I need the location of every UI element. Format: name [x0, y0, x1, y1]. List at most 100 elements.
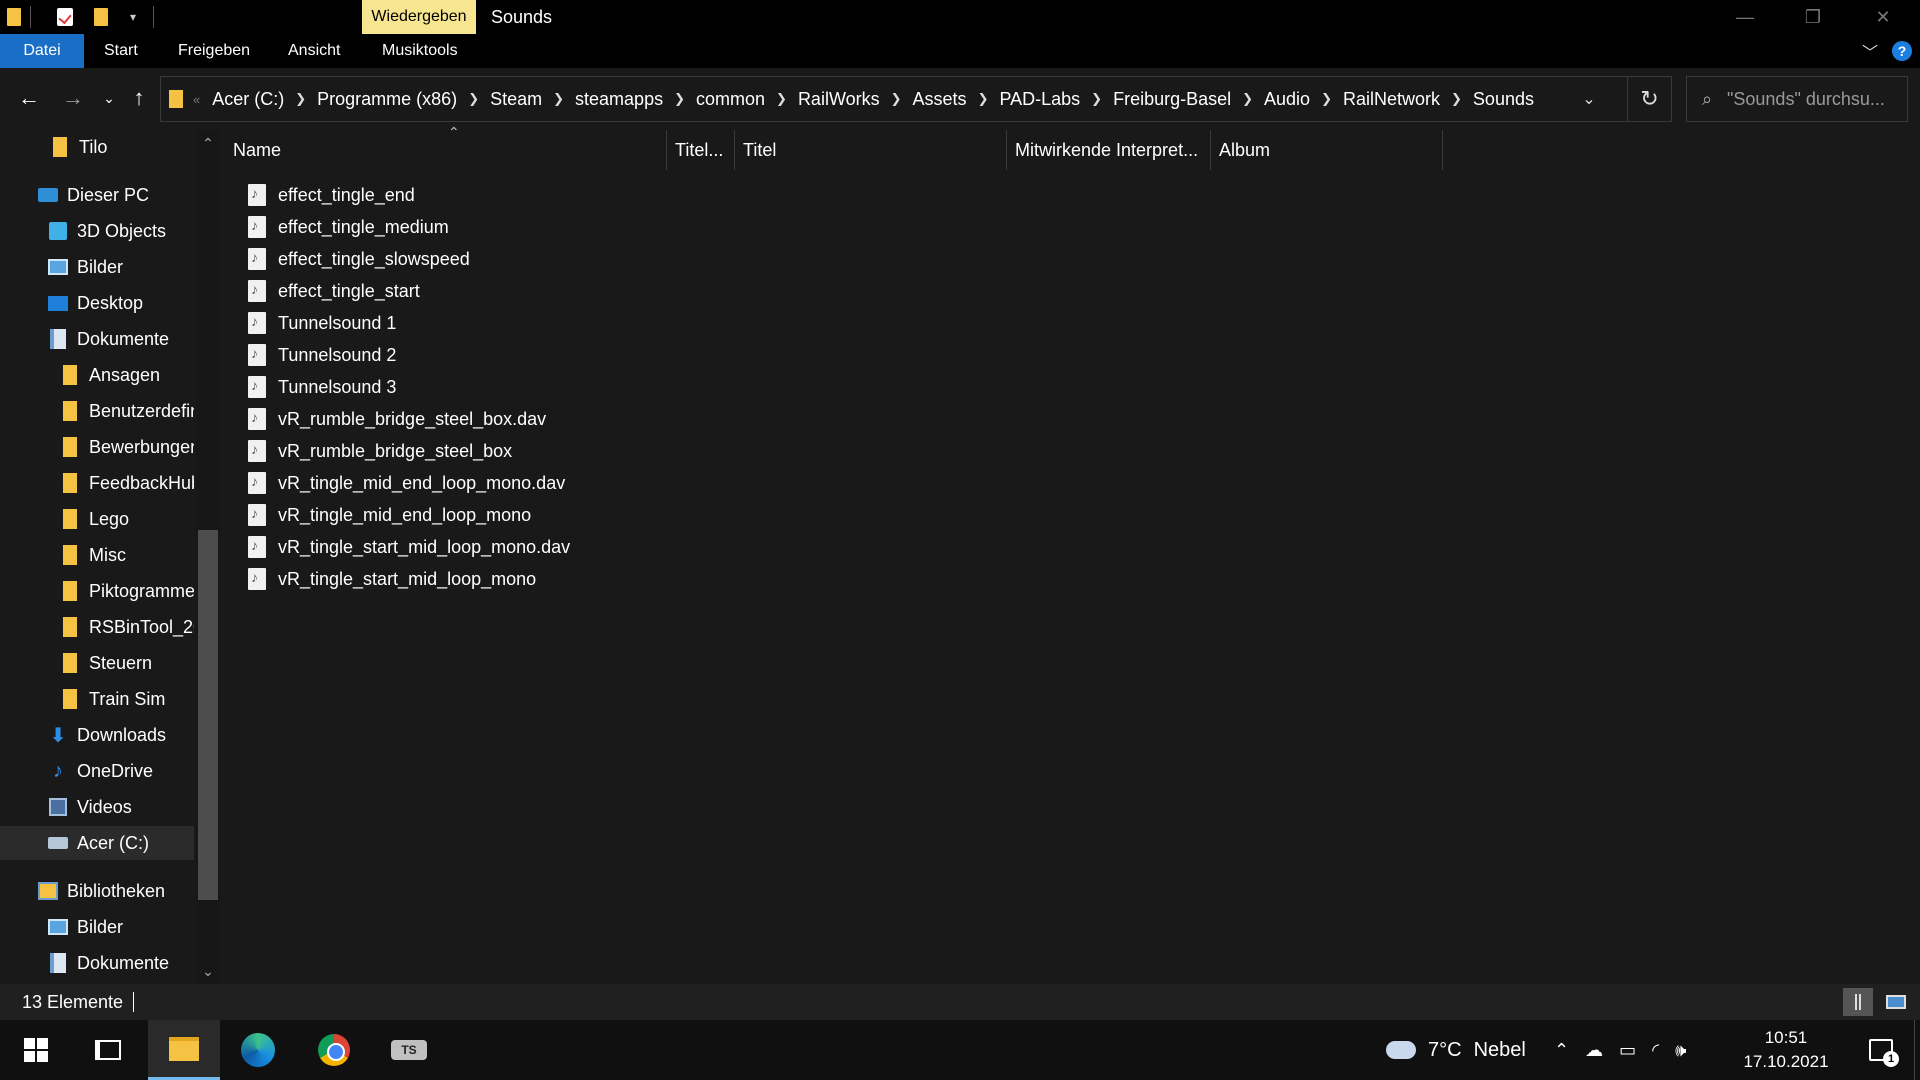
up-button[interactable]: ↑	[124, 82, 154, 114]
list-item[interactable]: vR_tingle_mid_end_loop_mono	[248, 499, 531, 531]
sidebar-item-steuern[interactable]: Steuern	[0, 646, 194, 680]
restore-button[interactable]: ❐	[1784, 0, 1842, 34]
tab-start[interactable]: Start	[104, 34, 138, 68]
expand-ribbon-icon[interactable]: ﹀	[1862, 39, 1878, 63]
chevron-right-icon[interactable]: ❯	[295, 91, 306, 107]
sidebar-item-piktogramme[interactable]: Piktogramme	[0, 574, 194, 608]
show-desktop-button[interactable]	[1914, 1020, 1920, 1080]
sidebar-item-onedrive[interactable]: ♪ OneDrive	[0, 754, 194, 788]
sidebar-item-lib-bilder[interactable]: Bilder	[0, 910, 194, 944]
chevron-right-icon[interactable]: ❯	[1451, 91, 1462, 107]
breadcrumb-item[interactable]: RailWorks	[798, 89, 880, 110]
breadcrumb-item[interactable]: Sounds	[1473, 89, 1534, 110]
help-icon[interactable]: ?	[1892, 41, 1912, 61]
onedrive-cloud-icon[interactable]: ☁	[1585, 1040, 1603, 1061]
address-dropdown-button[interactable]: ⌄	[1569, 77, 1609, 121]
sidebar-scrollbar-thumb[interactable]	[198, 530, 218, 900]
new-folder-icon[interactable]	[91, 6, 111, 28]
list-item[interactable]: Tunnelsound 2	[248, 339, 396, 371]
sidebar-item-dokumente[interactable]: Dokumente	[0, 322, 194, 356]
chevron-right-icon[interactable]: ❯	[1091, 91, 1102, 107]
sidebar-item-acer-c[interactable]: Acer (C:)	[0, 826, 194, 860]
sidebar-item-benutzerdefin[interactable]: Benutzerdefin	[0, 394, 194, 428]
chevron-right-icon[interactable]: ❯	[674, 91, 685, 107]
sidebar-item-feedbackhub[interactable]: FeedbackHub	[0, 466, 194, 500]
taskbar-train-sim[interactable]: TS	[373, 1020, 445, 1080]
column-divider[interactable]	[1442, 130, 1443, 170]
breadcrumb-item[interactable]: RailNetwork	[1343, 89, 1440, 110]
sidebar-item-bewerbungen[interactable]: Bewerbungen	[0, 430, 194, 464]
list-item[interactable]: effect_tingle_start	[248, 275, 420, 307]
chevron-right-icon[interactable]: ❯	[468, 91, 479, 107]
list-item[interactable]: Tunnelsound 1	[248, 307, 396, 339]
chevron-right-icon[interactable]: ❯	[553, 91, 564, 107]
breadcrumb-item[interactable]: PAD-Labs	[999, 89, 1080, 110]
battery-icon[interactable]: ▭	[1619, 1040, 1636, 1061]
tab-datei[interactable]: Datei	[0, 34, 84, 68]
column-header-name[interactable]: Name	[225, 130, 665, 170]
weather-widget[interactable]: 7°C Nebel	[1386, 1020, 1526, 1080]
scroll-down-icon[interactable]: ⌄	[196, 960, 220, 982]
list-item[interactable]: vR_tingle_start_mid_loop_mono	[248, 563, 536, 595]
breadcrumb-item[interactable]: Audio	[1264, 89, 1310, 110]
start-button[interactable]	[0, 1020, 72, 1080]
sidebar-item-3d-objects[interactable]: 3D Objects	[0, 214, 194, 248]
list-item[interactable]: effect_tingle_medium	[248, 211, 449, 243]
taskbar-file-explorer[interactable]	[148, 1020, 220, 1080]
sidebar-item-tilo[interactable]: Tilo	[0, 130, 194, 164]
overflow-chevron-icon[interactable]: «	[193, 92, 200, 107]
wifi-icon[interactable]: ◜	[1652, 1040, 1659, 1061]
minimize-button[interactable]: —	[1716, 0, 1774, 34]
breadcrumb-item[interactable]: common	[696, 89, 765, 110]
sidebar-item-downloads[interactable]: ⬇ Downloads	[0, 718, 194, 752]
tab-musiktools[interactable]: Musiktools	[382, 34, 458, 68]
list-item[interactable]: vR_rumble_bridge_steel_box	[248, 435, 512, 467]
sidebar-item-rsbintool[interactable]: RSBinTool_20	[0, 610, 194, 644]
search-input[interactable]	[1727, 88, 1897, 110]
recent-locations-button[interactable]: ⌄	[94, 82, 124, 114]
forward-button[interactable]: →	[58, 82, 88, 114]
chevron-up-icon[interactable]: ⌃	[1554, 1040, 1569, 1061]
list-item[interactable]: effect_tingle_end	[248, 179, 415, 211]
breadcrumb-item[interactable]: Programme (x86)	[317, 89, 457, 110]
list-item[interactable]: effect_tingle_slowspeed	[248, 243, 470, 275]
breadcrumb-item[interactable]: steamapps	[575, 89, 663, 110]
sidebar-item-bibliotheken[interactable]: Bibliotheken	[0, 874, 194, 908]
search-box[interactable]: ⌕	[1686, 76, 1908, 122]
taskbar-edge[interactable]	[222, 1020, 294, 1080]
list-item[interactable]: vR_tingle_mid_end_loop_mono.dav	[248, 467, 565, 499]
clock[interactable]: 10:51 17.10.2021	[1728, 1026, 1844, 1074]
column-header-album[interactable]: Album	[1211, 130, 1441, 170]
customize-qat-icon[interactable]: ▾	[123, 6, 143, 28]
sidebar-item-lego[interactable]: Lego	[0, 502, 194, 536]
breadcrumb-item[interactable]: Steam	[490, 89, 542, 110]
back-button[interactable]: ←	[14, 82, 44, 114]
chevron-right-icon[interactable]: ❯	[978, 91, 989, 107]
list-item[interactable]: vR_rumble_bridge_steel_box.dav	[248, 403, 546, 435]
sidebar-item-ansagen[interactable]: Ansagen	[0, 358, 194, 392]
column-header-mitwirkende[interactable]: Mitwirkende Interpret...	[1007, 130, 1209, 170]
sidebar-item-lib-dokumente[interactable]: Dokumente	[0, 946, 194, 980]
sidebar-item-videos[interactable]: Videos	[0, 790, 194, 824]
column-header-titel[interactable]: Titel	[735, 130, 1005, 170]
close-button[interactable]: ✕	[1854, 0, 1912, 34]
list-item[interactable]: vR_tingle_start_mid_loop_mono.dav	[248, 531, 570, 563]
column-header-titel-short[interactable]: Titel...	[667, 130, 733, 170]
breadcrumb-item[interactable]: Acer (C:)	[212, 89, 284, 110]
list-item[interactable]: Tunnelsound 3	[248, 371, 396, 403]
large-icons-view-button[interactable]	[1881, 988, 1911, 1016]
taskbar-chrome[interactable]	[298, 1020, 370, 1080]
chevron-right-icon[interactable]: ❯	[1321, 91, 1332, 107]
tab-freigeben[interactable]: Freigeben	[178, 34, 250, 68]
sidebar-item-bilder[interactable]: Bilder	[0, 250, 194, 284]
chevron-right-icon[interactable]: ❯	[891, 91, 902, 107]
address-bar[interactable]: « Acer (C:) ❯ Programme (x86) ❯ Steam ❯ …	[160, 76, 1672, 122]
sidebar-item-train-sim[interactable]: Train Sim	[0, 682, 194, 716]
breadcrumb-item[interactable]: Freiburg-Basel	[1113, 89, 1231, 110]
refresh-button[interactable]: ↻	[1627, 77, 1671, 121]
tab-ansicht[interactable]: Ansicht	[288, 34, 340, 68]
chevron-right-icon[interactable]: ❯	[776, 91, 787, 107]
scroll-up-icon[interactable]: ⌃	[196, 132, 220, 154]
properties-icon[interactable]	[55, 6, 75, 28]
sidebar-item-misc[interactable]: Misc	[0, 538, 194, 572]
